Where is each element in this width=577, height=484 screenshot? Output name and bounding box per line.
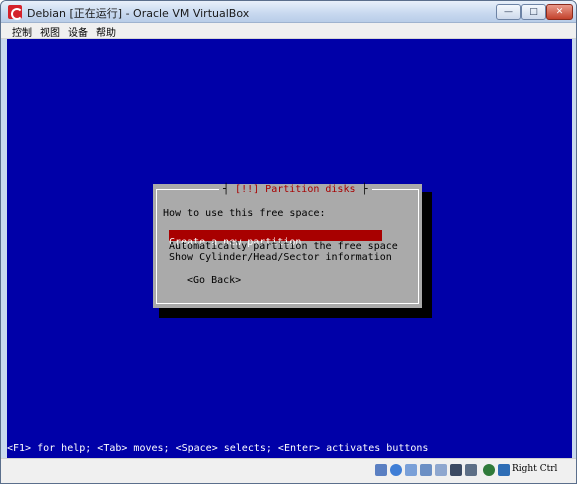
window-title: Debian [正在运行] - Oracle VM VirtualBox <box>27 7 250 20</box>
option-create-new-partition[interactable]: Create a new partition <box>169 230 382 248</box>
usb-icon[interactable] <box>405 464 417 476</box>
optical-drive-icon[interactable] <box>390 464 402 476</box>
shared-folders-icon[interactable] <box>420 464 432 476</box>
menu-bar: 控制 视图 设备 帮助 <box>1 23 576 39</box>
host-key-label: Right Ctrl <box>512 464 558 474</box>
go-back-button[interactable]: <Go Back> <box>187 275 241 286</box>
mouse-integration-icon[interactable] <box>498 464 510 476</box>
installer-help-line: <F1> for help; <Tab> moves; <Space> sele… <box>7 443 429 454</box>
vm-status-bar: Right Ctrl <box>1 458 576 483</box>
dialog-title: ┤ [!!] Partition disks ├ <box>219 184 372 196</box>
hard-disk-icon[interactable] <box>375 464 387 476</box>
dialog-prompt: How to use this free space: <box>163 208 326 219</box>
close-button[interactable]: ✕ <box>546 4 573 20</box>
menu-control[interactable]: 控制 <box>12 24 32 39</box>
vm-screen[interactable]: ┤ [!!] Partition disks ├ How to use this… <box>7 39 572 458</box>
network-icon[interactable] <box>435 464 447 476</box>
dialog-title-text: Partition disks <box>265 184 356 195</box>
maximize-button[interactable]: □ <box>521 4 546 20</box>
menu-devices[interactable]: 设备 <box>68 24 88 39</box>
video-capture-icon[interactable] <box>465 464 477 476</box>
option-show-chs-info[interactable]: Show Cylinder/Head/Sector information <box>169 252 392 263</box>
partition-dialog: ┤ [!!] Partition disks ├ How to use this… <box>153 184 422 308</box>
display-icon[interactable] <box>450 464 462 476</box>
menu-help[interactable]: 帮助 <box>96 24 116 39</box>
dialog-title-marker: [!!] <box>235 184 260 195</box>
minimize-button[interactable]: — <box>496 4 521 20</box>
menu-view[interactable]: 视图 <box>40 24 60 39</box>
virtualbox-window: Debian [正在运行] - Oracle VM VirtualBox — □… <box>0 0 577 484</box>
option-auto-partition[interactable]: Automatically partition the free space <box>169 241 398 252</box>
title-bar[interactable]: Debian [正在运行] - Oracle VM VirtualBox — □… <box>1 1 576 23</box>
virtualization-icon[interactable] <box>483 464 495 476</box>
virtualbox-app-icon <box>8 5 23 20</box>
